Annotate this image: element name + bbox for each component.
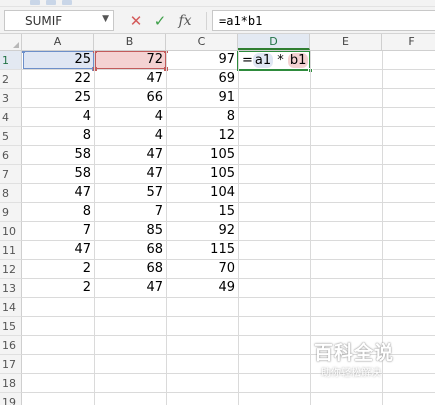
cell-b11[interactable]: 68 bbox=[94, 241, 166, 260]
row-header-14[interactable]: 14 bbox=[0, 298, 22, 317]
toolbar-icon[interactable] bbox=[62, 0, 72, 5]
cell-c11[interactable]: 115 bbox=[166, 241, 238, 260]
formula-ref-b1: b1 bbox=[287, 53, 309, 68]
cell-a7[interactable]: 58 bbox=[22, 165, 94, 184]
cell-a1[interactable]: 25 bbox=[22, 51, 94, 70]
row-header-12[interactable]: 12 bbox=[0, 260, 22, 279]
row-header-3[interactable]: 3 bbox=[0, 89, 22, 108]
row-header-4[interactable]: 4 bbox=[0, 108, 22, 127]
formula-equals: = bbox=[242, 53, 253, 68]
cell-c13[interactable]: 49 bbox=[166, 279, 238, 298]
formula-bar: SUMIF ▼ ✕ ✓ fx =a1*b1 bbox=[0, 7, 435, 34]
cell-b9[interactable]: 7 bbox=[94, 203, 166, 222]
cell-b8[interactable]: 57 bbox=[94, 184, 166, 203]
row-header-1[interactable]: 1 bbox=[0, 51, 22, 70]
cell-b12[interactable]: 68 bbox=[94, 260, 166, 279]
formula-ref-a1: a1 bbox=[252, 53, 274, 68]
watermark-logo: 百科全说 助你轻松解决 bbox=[302, 334, 427, 382]
row-header-18[interactable]: 18 bbox=[0, 374, 22, 393]
cell-a8[interactable]: 47 bbox=[22, 184, 94, 203]
toolbar-icon[interactable] bbox=[30, 0, 40, 5]
cell-b4[interactable]: 4 bbox=[94, 108, 166, 127]
cell-a9[interactable]: 8 bbox=[22, 203, 94, 222]
cell-b2[interactable]: 47 bbox=[94, 70, 166, 89]
cell-a3[interactable]: 25 bbox=[22, 89, 94, 108]
cell-a6[interactable]: 58 bbox=[22, 146, 94, 165]
watermark-subtitle: 助你轻松解决 bbox=[321, 368, 381, 379]
row-header-6[interactable]: 6 bbox=[0, 146, 22, 165]
active-cell-d1[interactable]: = a1 * b1 bbox=[237, 51, 313, 73]
column-header-d[interactable]: D bbox=[238, 34, 310, 50]
row-header-16[interactable]: 16 bbox=[0, 336, 22, 355]
row-header-10[interactable]: 10 bbox=[0, 222, 22, 241]
column-header-a[interactable]: A bbox=[22, 34, 94, 50]
formula-operator: * bbox=[273, 53, 288, 68]
row-header-2[interactable]: 2 bbox=[0, 70, 22, 89]
toolbar-strip bbox=[0, 0, 435, 7]
chevron-down-icon[interactable]: ▼ bbox=[102, 14, 109, 24]
cell-c2[interactable]: 69 bbox=[166, 70, 238, 89]
cell-c8[interactable]: 104 bbox=[166, 184, 238, 203]
formula-text: =a1*b1 bbox=[219, 14, 263, 28]
row-header-13[interactable]: 13 bbox=[0, 279, 22, 298]
name-box-value: SUMIF bbox=[25, 14, 63, 28]
cell-a13[interactable]: 2 bbox=[22, 279, 94, 298]
cell-c6[interactable]: 105 bbox=[166, 146, 238, 165]
formula-bar-divider bbox=[206, 12, 207, 30]
column-headers: ABCDEF bbox=[0, 34, 435, 51]
cancel-icon[interactable]: ✕ bbox=[127, 12, 145, 30]
name-box[interactable]: SUMIF ▼ bbox=[4, 10, 114, 31]
cell-c4[interactable]: 8 bbox=[166, 108, 238, 127]
row-header-11[interactable]: 11 bbox=[0, 241, 22, 260]
cell-b13[interactable]: 47 bbox=[94, 279, 166, 298]
cell-b6[interactable]: 47 bbox=[94, 146, 166, 165]
row-header-5[interactable]: 5 bbox=[0, 127, 22, 146]
row-header-17[interactable]: 17 bbox=[0, 355, 22, 374]
cell-c12[interactable]: 70 bbox=[166, 260, 238, 279]
cell-b7[interactable]: 47 bbox=[94, 165, 166, 184]
insert-function-icon[interactable]: fx bbox=[176, 12, 194, 30]
cell-b1[interactable]: 72 bbox=[94, 51, 166, 70]
column-header-f[interactable]: F bbox=[382, 34, 435, 50]
select-all-corner[interactable] bbox=[0, 34, 22, 50]
cell-a2[interactable]: 22 bbox=[22, 70, 94, 89]
select-all-icon bbox=[13, 42, 19, 48]
column-header-c[interactable]: C bbox=[166, 34, 238, 50]
cell-c10[interactable]: 92 bbox=[166, 222, 238, 241]
column-header-e[interactable]: E bbox=[310, 34, 382, 50]
cell-b10[interactable]: 85 bbox=[94, 222, 166, 241]
cell-c9[interactable]: 15 bbox=[166, 203, 238, 222]
cell-a4[interactable]: 4 bbox=[22, 108, 94, 127]
cell-a11[interactable]: 47 bbox=[22, 241, 94, 260]
toolbar-icon[interactable] bbox=[46, 0, 56, 5]
enter-icon[interactable]: ✓ bbox=[151, 12, 169, 30]
cell-c7[interactable]: 105 bbox=[166, 165, 238, 184]
row-header-15[interactable]: 15 bbox=[0, 317, 22, 336]
cell-a12[interactable]: 2 bbox=[22, 260, 94, 279]
row-header-8[interactable]: 8 bbox=[0, 184, 22, 203]
cell-formula-editor[interactable]: = a1 * b1 bbox=[242, 53, 309, 68]
column-header-b[interactable]: B bbox=[94, 34, 166, 50]
watermark-title: 百科全说 bbox=[314, 342, 395, 364]
cell-c1[interactable]: 97 bbox=[166, 51, 238, 70]
formula-input[interactable]: =a1*b1 bbox=[212, 10, 435, 31]
cell-b3[interactable]: 66 bbox=[94, 89, 166, 108]
cell-c3[interactable]: 91 bbox=[166, 89, 238, 108]
row-header-7[interactable]: 7 bbox=[0, 165, 22, 184]
row-header-9[interactable]: 9 bbox=[0, 203, 22, 222]
gridline bbox=[238, 51, 239, 405]
cell-b5[interactable]: 4 bbox=[94, 127, 166, 146]
cell-a10[interactable]: 7 bbox=[22, 222, 94, 241]
row-header-19[interactable]: 19 bbox=[0, 393, 22, 405]
cell-a5[interactable]: 8 bbox=[22, 127, 94, 146]
cell-c5[interactable]: 12 bbox=[166, 127, 238, 146]
